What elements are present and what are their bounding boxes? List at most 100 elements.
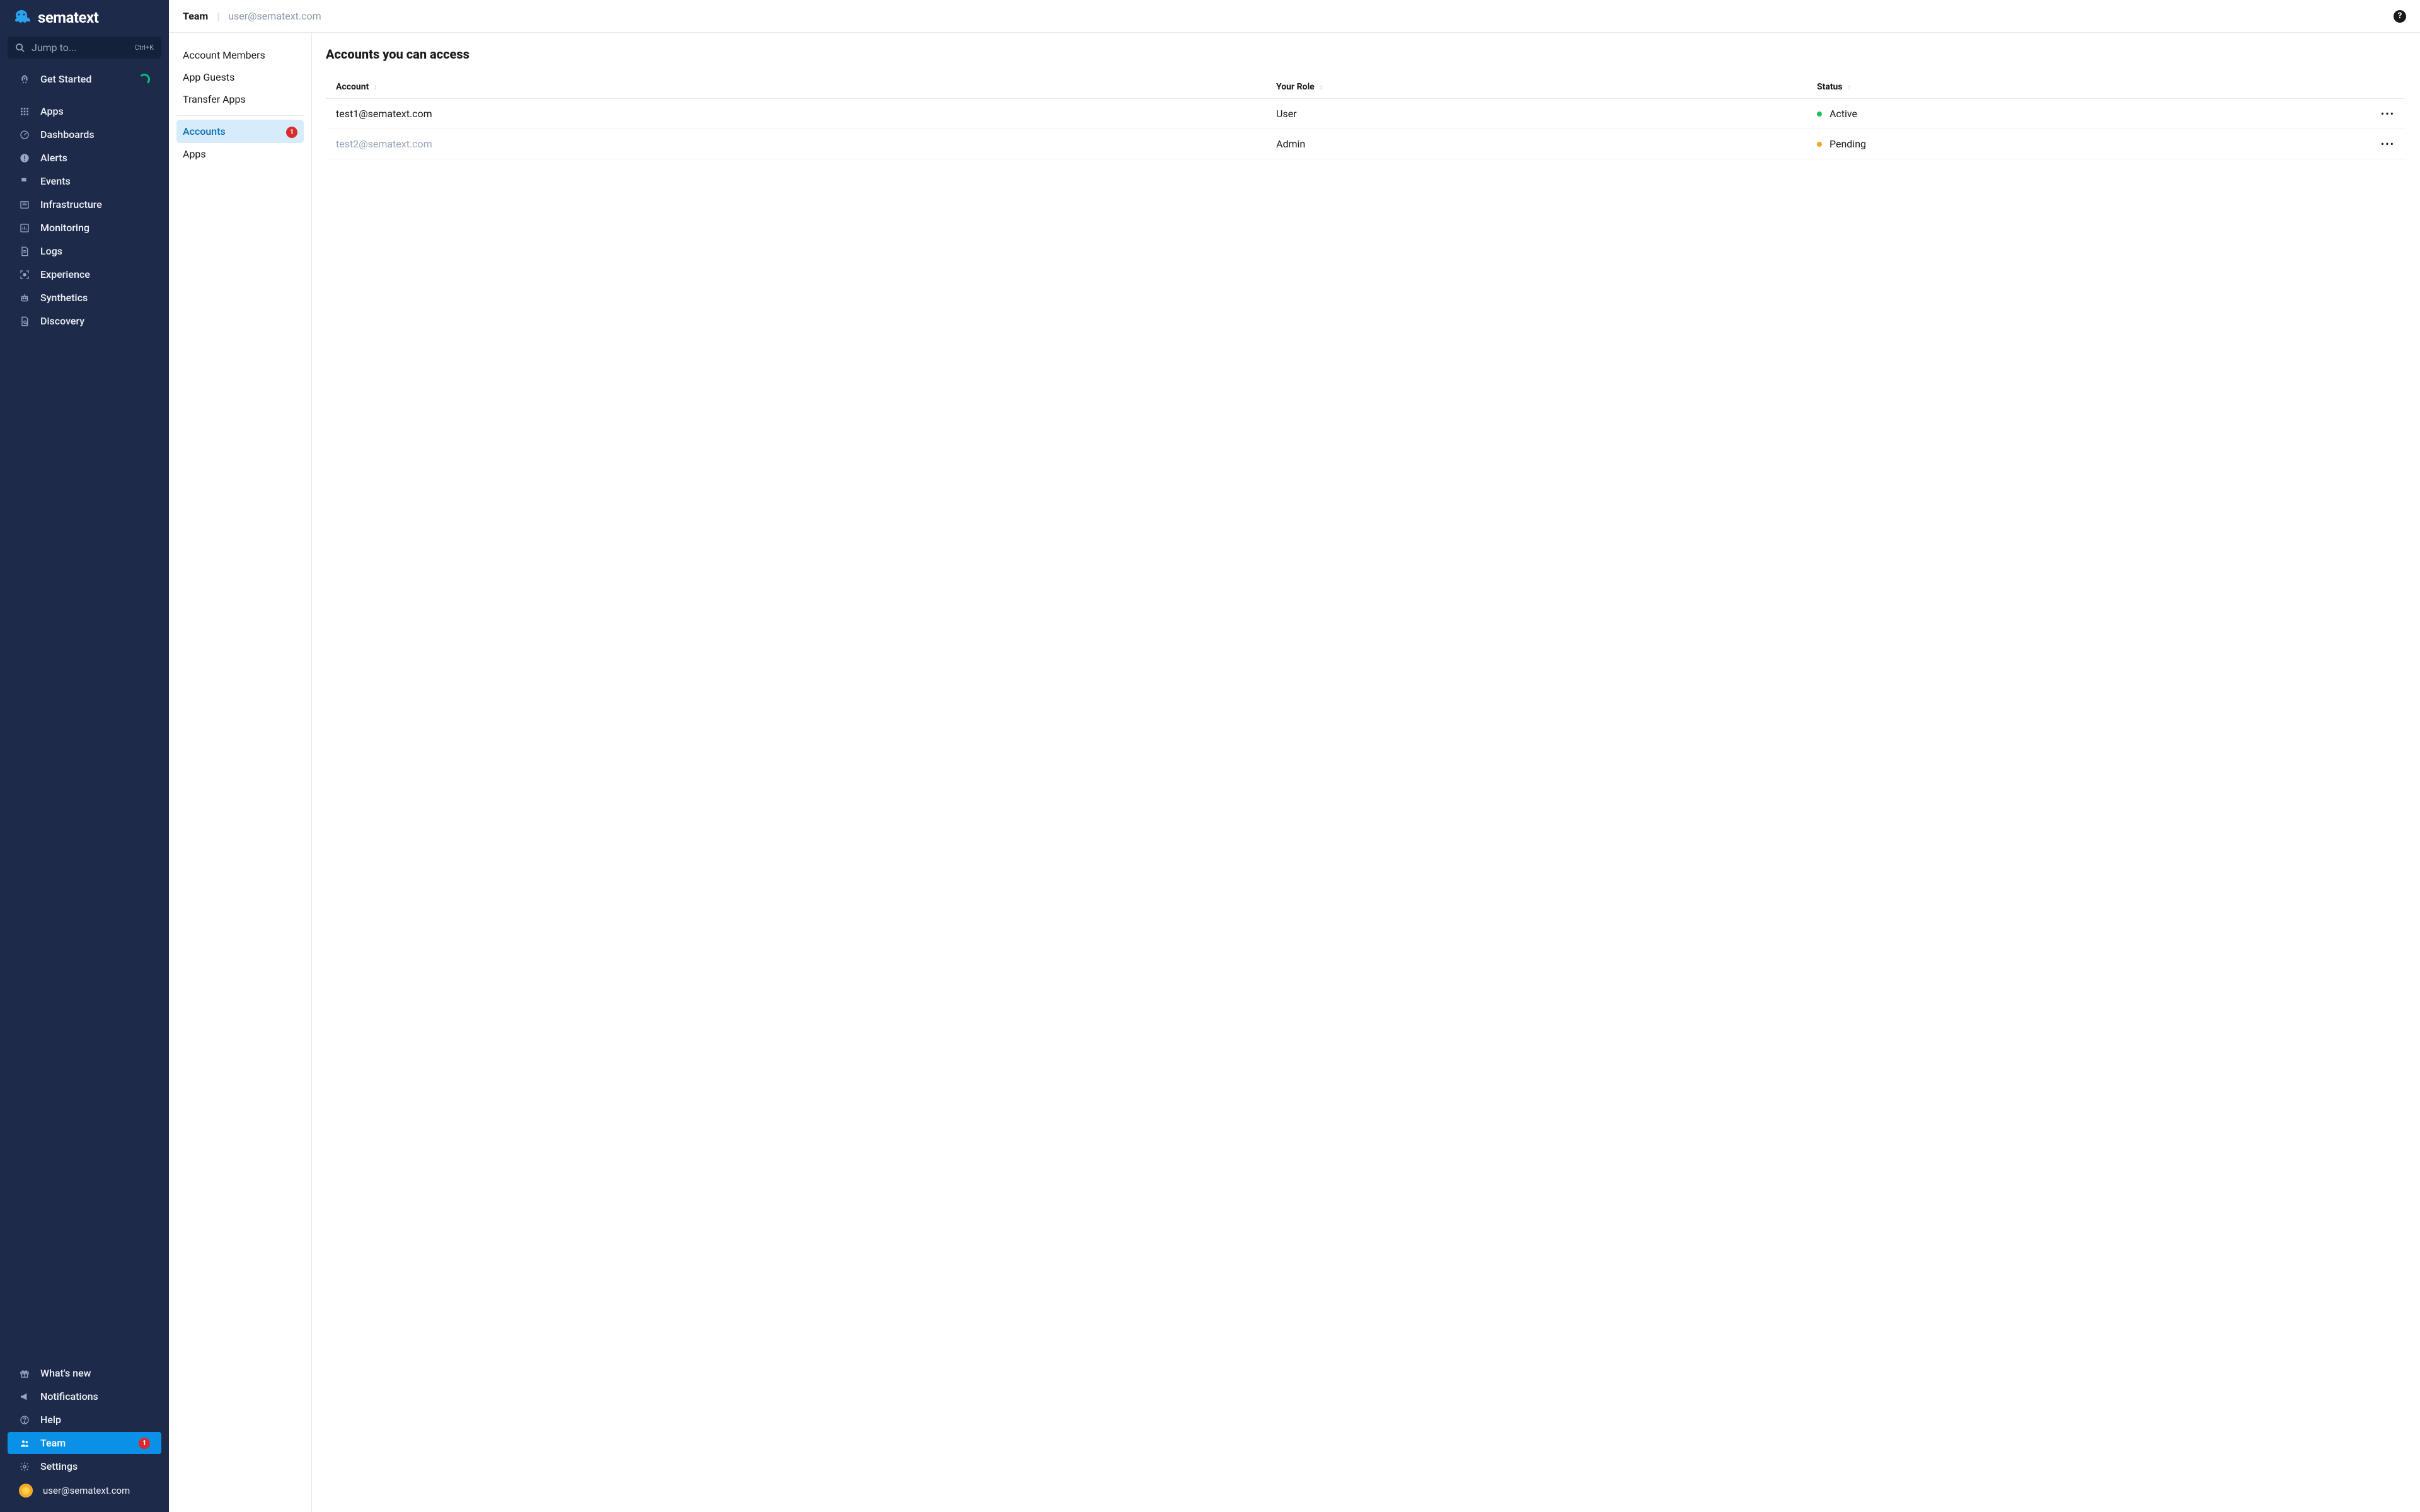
nav-label: Synthetics <box>40 292 88 304</box>
alert-icon <box>19 153 30 163</box>
nav-dashboards[interactable]: Dashboards <box>8 123 161 146</box>
subnav-apps[interactable]: Apps <box>176 143 304 165</box>
status-dot-icon <box>1817 142 1822 147</box>
nav-label: Get Started <box>40 73 91 85</box>
nav-label: Events <box>40 175 71 187</box>
sort-icon: ↕ <box>374 83 377 91</box>
col-label: Status <box>1817 82 1843 92</box>
nav-synthetics[interactable]: Synthetics <box>8 287 161 309</box>
breadcrumb-separator: | <box>217 10 219 22</box>
server-icon <box>19 200 30 210</box>
user-email: user@sematext.com <box>43 1485 130 1496</box>
subnav-label: Accounts <box>183 125 226 137</box>
nav-label: Settings <box>40 1460 78 1472</box>
sort-icon: ↕ <box>1319 83 1323 91</box>
jump-to-placeholder: Jump to... <box>32 42 129 54</box>
table-row: test1@sematext.com User Active ••• <box>326 99 2405 129</box>
breadcrumb-primary[interactable]: Team <box>183 10 208 22</box>
nav-whats-new[interactable]: What's new <box>8 1362 161 1384</box>
status-dot-icon <box>1817 112 1822 117</box>
content-panel: Accounts you can access Account ↕ Your R… <box>312 33 2420 1512</box>
nav-get-started[interactable]: Get Started <box>8 68 161 90</box>
search-icon <box>15 43 25 53</box>
flag-icon <box>19 176 30 186</box>
nav-alerts[interactable]: Alerts <box>8 147 161 169</box>
subnav-label: App Guests <box>183 71 234 83</box>
focus-icon <box>19 270 30 280</box>
nav-label: Notifications <box>40 1390 98 1402</box>
table-row: test2@sematext.com Admin Pending ••• <box>326 129 2405 159</box>
primary-sidebar: sematext Jump to... Ctrl+K Get Started A… <box>0 0 169 1512</box>
nav-footer-group: What's new Notifications Help Team 1 Set… <box>0 1361 169 1503</box>
nav-label: Apps <box>40 105 64 117</box>
gauge-icon <box>19 130 30 140</box>
subnav-transfer-apps[interactable]: Transfer Apps <box>176 88 304 110</box>
accounts-table: Account ↕ Your Role ↕ Status ↑ <box>326 76 2405 159</box>
subnav-label: Transfer Apps <box>183 93 246 105</box>
subnav-account-members[interactable]: Account Members <box>176 44 304 66</box>
nav-label: What's new <box>40 1367 91 1379</box>
cell-account: test2@sematext.com <box>326 129 1266 159</box>
nav-label: Infrastructure <box>40 198 102 210</box>
chart-icon <box>19 223 30 233</box>
nav-settings[interactable]: Settings <box>8 1455 161 1477</box>
megaphone-icon <box>19 1392 30 1402</box>
nav-label: Dashboards <box>40 129 95 140</box>
row-actions-button[interactable]: ••• <box>2367 99 2405 129</box>
subnav-accounts[interactable]: Accounts 1 <box>176 120 304 143</box>
nav-label: Discovery <box>40 315 84 327</box>
file-search-icon <box>19 316 30 326</box>
nav-team[interactable]: Team 1 <box>8 1432 161 1454</box>
nav-user[interactable]: user@sematext.com <box>8 1479 161 1503</box>
col-label: Account <box>336 82 369 92</box>
nav-discovery[interactable]: Discovery <box>8 310 161 332</box>
topbar: Team | user@sematext.com ? <box>169 0 2420 33</box>
nav-label: Monitoring <box>40 222 89 234</box>
cell-status: Pending <box>1807 129 2367 159</box>
help-icon <box>19 1415 30 1425</box>
nav-experience[interactable]: Experience <box>8 263 161 285</box>
breadcrumb-secondary: user@sematext.com <box>228 10 321 22</box>
nav-label: Alerts <box>40 152 67 164</box>
brand-name: sematext <box>38 9 98 26</box>
nav-label: Logs <box>40 245 62 257</box>
nav-monitoring[interactable]: Monitoring <box>8 217 161 239</box>
cell-role: User <box>1266 99 1807 129</box>
team-icon <box>19 1438 30 1448</box>
col-header-account[interactable]: Account ↕ <box>326 76 1266 99</box>
nav-infrastructure[interactable]: Infrastructure <box>8 193 161 215</box>
subnav-label: Apps <box>183 148 206 160</box>
octopus-icon <box>11 9 32 26</box>
row-actions-button[interactable]: ••• <box>2367 129 2405 159</box>
grid-icon <box>19 106 30 117</box>
col-header-status[interactable]: Status ↑ <box>1807 76 2367 99</box>
cell-account: test1@sematext.com <box>326 99 1266 129</box>
brand-logo[interactable]: sematext <box>0 0 169 33</box>
nav-apps[interactable]: Apps <box>8 100 161 122</box>
nav-help[interactable]: Help <box>8 1409 161 1431</box>
nav-events[interactable]: Events <box>8 170 161 192</box>
col-header-role[interactable]: Your Role ↕ <box>1266 76 1807 99</box>
secondary-sidebar: Account Members App Guests Transfer Apps… <box>169 33 312 1512</box>
sort-asc-icon: ↑ <box>1847 83 1851 91</box>
jump-to-search[interactable]: Jump to... Ctrl+K <box>8 37 161 59</box>
nav-label: Experience <box>40 268 90 280</box>
subnav-app-guests[interactable]: App Guests <box>176 66 304 88</box>
badge-count: 1 <box>286 127 297 138</box>
file-icon <box>19 246 30 256</box>
avatar <box>19 1484 33 1498</box>
gear-icon <box>19 1462 30 1472</box>
divider <box>176 115 304 116</box>
robot-icon <box>19 293 30 303</box>
loading-spinner-icon <box>139 74 150 85</box>
cell-role: Admin <box>1266 129 1807 159</box>
nav-notifications[interactable]: Notifications <box>8 1385 161 1407</box>
cell-status: Active <box>1807 99 2367 129</box>
nav-main-group: Apps Dashboards Alerts Events Infrastruc… <box>0 100 169 333</box>
page-title: Accounts you can access <box>326 47 2405 62</box>
gift-icon <box>19 1368 30 1378</box>
help-button[interactable]: ? <box>2394 10 2406 23</box>
jump-to-shortcut: Ctrl+K <box>135 43 154 52</box>
subnav-label: Account Members <box>183 49 265 61</box>
nav-logs[interactable]: Logs <box>8 240 161 262</box>
